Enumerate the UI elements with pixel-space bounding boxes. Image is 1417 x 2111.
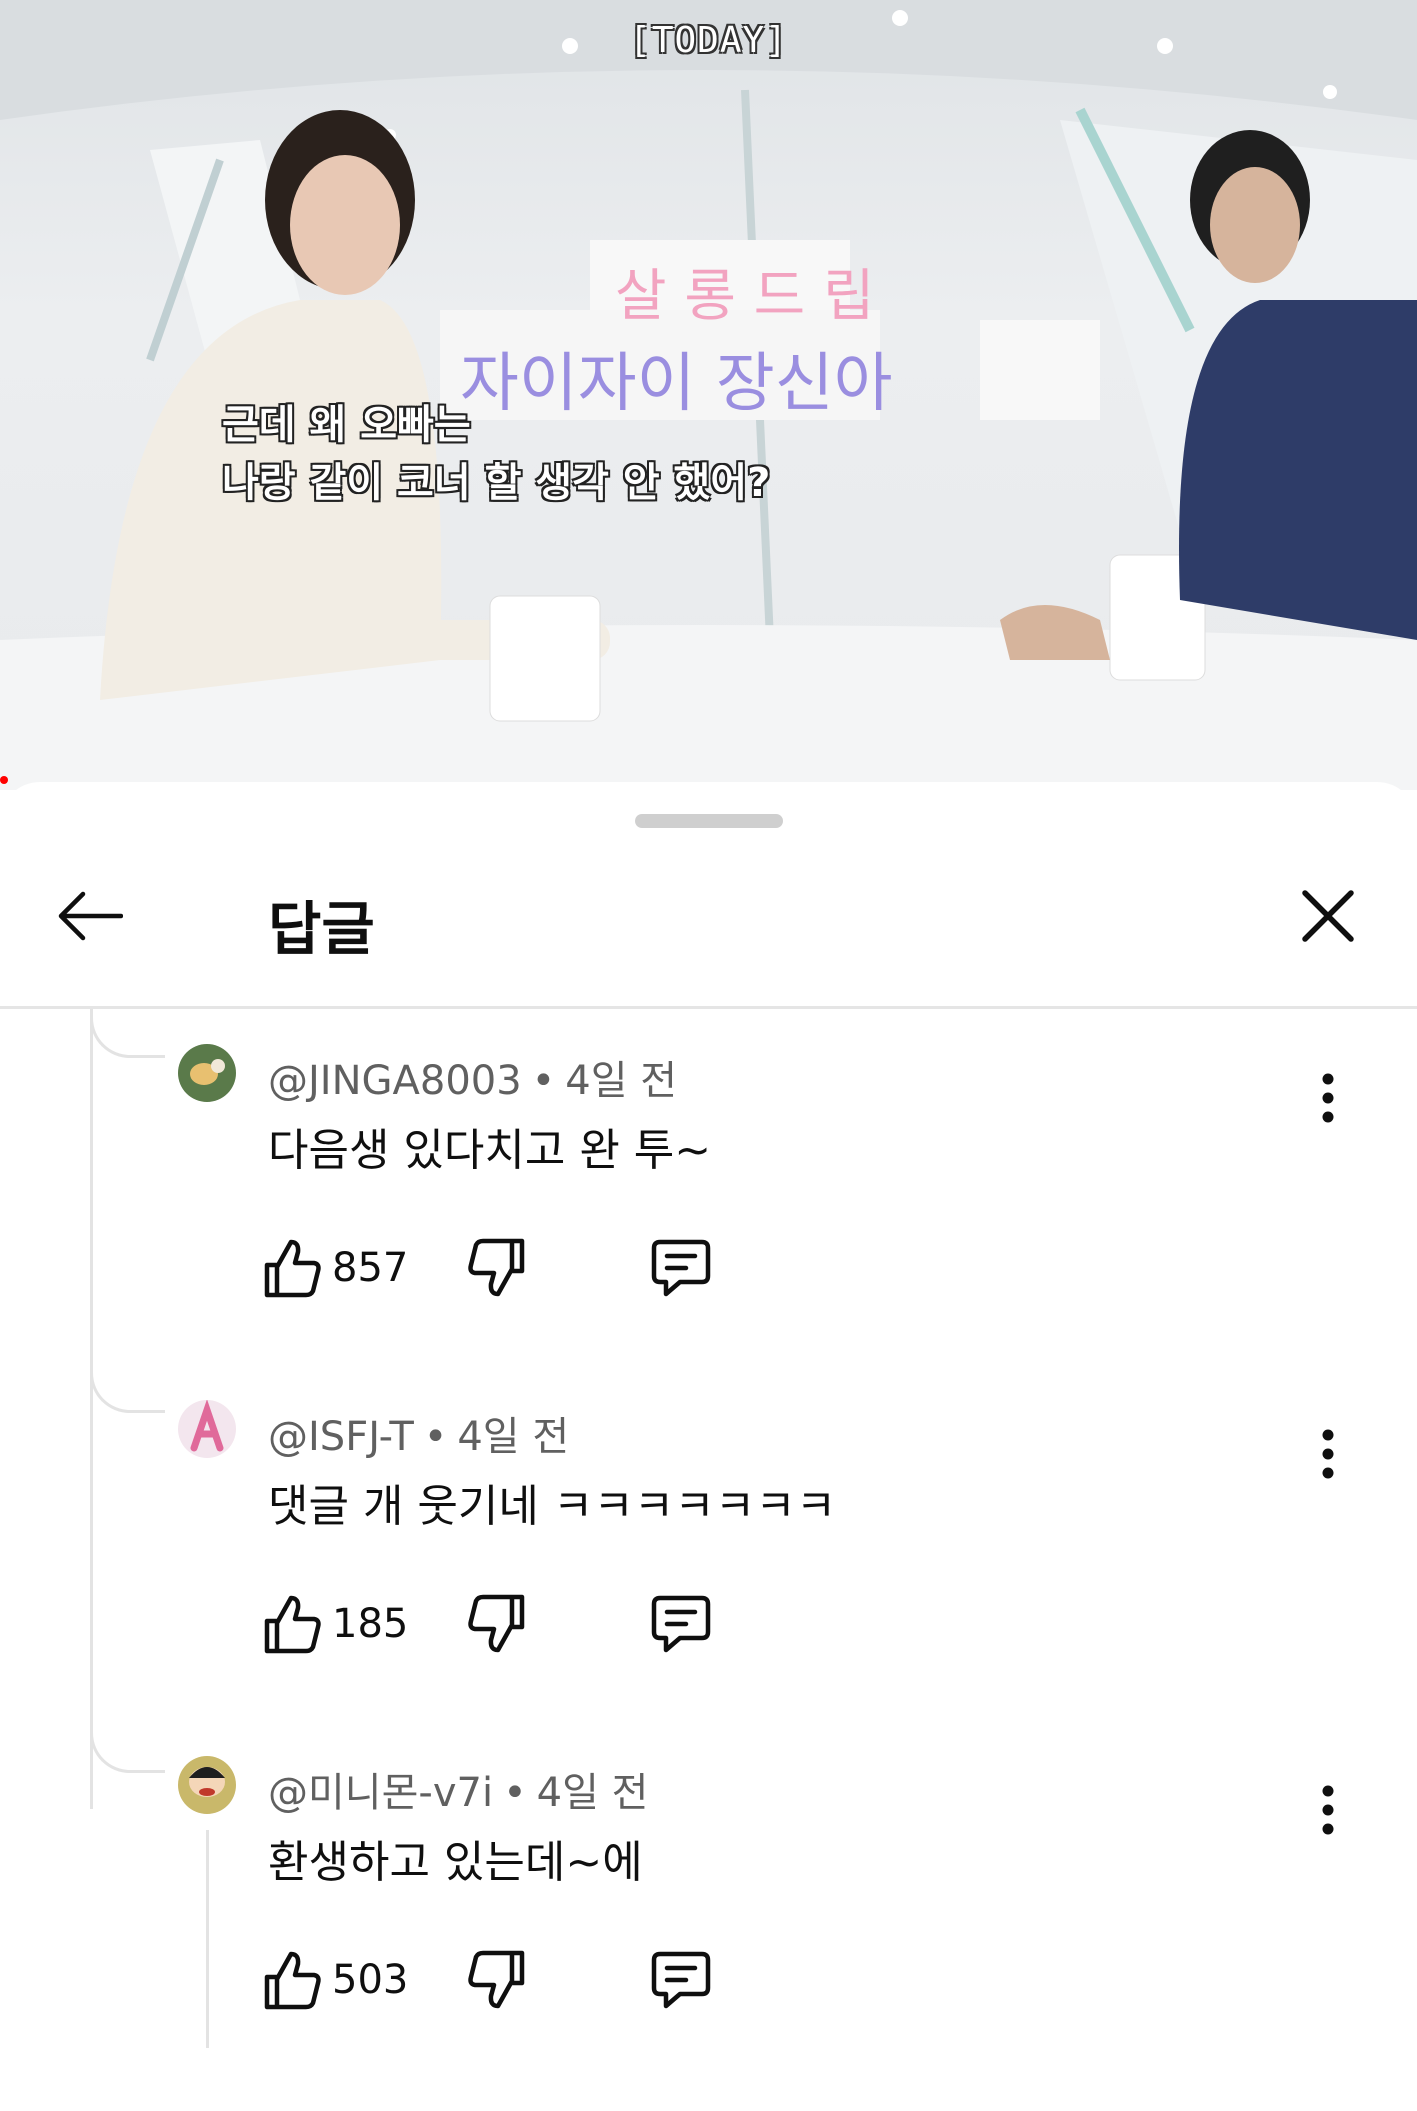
- subtitle-line: 나랑 같이 코너 할 생각 안 했어?: [222, 460, 771, 506]
- sheet-title: 답글: [268, 895, 375, 963]
- like-count: 185: [332, 1601, 409, 1647]
- like-count: 857: [332, 1245, 409, 1291]
- sheet-header: 답글: [0, 782, 1417, 1009]
- like-count: 503: [332, 1957, 409, 2003]
- avatar-image: [178, 1400, 236, 1458]
- comment-icon: [651, 1595, 711, 1653]
- comment-meta: @ISFJ-T • 4일 전: [268, 1404, 569, 1462]
- comment-text: 다음생 있다치고 완 투~: [268, 1125, 712, 1176]
- comment-meta: @미니몬-v7i • 4일 전: [268, 1760, 648, 1818]
- video-subtitle: 근데 왜 오빠는 나랑 같이 코너 할 생각 안 했어?: [222, 396, 770, 512]
- thumbs-up-icon: [264, 1239, 321, 1298]
- meta-separator: •: [423, 1414, 448, 1460]
- more-button[interactable]: [1300, 1416, 1356, 1492]
- more-vertical-icon: [1322, 1429, 1334, 1479]
- arrow-left-icon: [58, 891, 123, 941]
- header-divider: [0, 1006, 1417, 1009]
- more-vertical-icon: [1322, 1073, 1334, 1123]
- avatar[interactable]: [178, 1044, 236, 1102]
- comment-author[interactable]: @ISFJ-T: [268, 1414, 414, 1460]
- dislike-button[interactable]: [467, 1232, 527, 1304]
- reply-comment: @JINGA8003 • 4일 전 다음생 있다치고 완 투~ 857: [0, 1044, 1417, 1399]
- svg-text:살 롱 드 립: 살 롱 드 립: [615, 264, 874, 329]
- comment-icon: [651, 1239, 711, 1297]
- comment-time: 4일 전: [457, 1414, 570, 1460]
- dislike-button[interactable]: [467, 1944, 527, 2016]
- avatar[interactable]: [178, 1756, 236, 1814]
- avatar[interactable]: [178, 1400, 236, 1458]
- thumbs-up-icon: [264, 1951, 321, 2010]
- reply-button[interactable]: [650, 1588, 712, 1660]
- more-vertical-icon: [1322, 1785, 1334, 1835]
- thumbs-down-icon: [468, 1238, 525, 1297]
- reply-button[interactable]: [650, 1232, 712, 1304]
- more-button[interactable]: [1300, 1060, 1356, 1136]
- avatar-image: [178, 1044, 236, 1102]
- reply-comment: @미니몬-v7i • 4일 전 환생하고 있는데~에 503: [0, 1756, 1417, 2111]
- comment-time: 4일 전: [536, 1770, 649, 1816]
- video-player[interactable]: 살 롱 드 립 자이자이 장신아 [TODAY] 근데 왜 오빠는 나랑 같이 …: [0, 0, 1417, 790]
- close-icon: [1302, 890, 1354, 942]
- thumbs-up-icon: [264, 1595, 321, 1654]
- comment-meta: @JINGA8003 • 4일 전: [268, 1048, 677, 1106]
- comment-time: 4일 전: [565, 1058, 678, 1104]
- comment-icon: [651, 1951, 711, 2009]
- video-top-caption: [TODAY]: [629, 20, 788, 61]
- comment-author[interactable]: @미니몬-v7i: [268, 1770, 493, 1816]
- comment-author[interactable]: @JINGA8003: [268, 1058, 522, 1104]
- avatar-image: [178, 1756, 236, 1814]
- more-button[interactable]: [1300, 1772, 1356, 1848]
- like-button[interactable]: 503: [262, 1944, 408, 2016]
- meta-separator: •: [531, 1058, 556, 1104]
- reply-button[interactable]: [650, 1944, 712, 2016]
- video-frame: 살 롱 드 립 자이자이 장신아: [0, 0, 1417, 790]
- comment-text: 댓글 개 웃기네 ㅋㅋㅋㅋㅋㅋㅋ: [268, 1481, 837, 1532]
- reply-comment: @ISFJ-T • 4일 전 댓글 개 웃기네 ㅋㅋㅋㅋㅋㅋㅋ 185: [0, 1400, 1417, 1755]
- close-button[interactable]: [1290, 878, 1366, 954]
- comment-text: 환생하고 있는데~에: [268, 1837, 643, 1888]
- like-button[interactable]: 857: [262, 1232, 408, 1304]
- replies-sheet: 답글 @JINGA8003 • 4일 전 다음생 있다치고 완 투~ 857 @…: [0, 782, 1417, 2048]
- dislike-button[interactable]: [467, 1588, 527, 1660]
- subtitle-line: 근데 왜 오빠는: [222, 402, 471, 448]
- meta-separator: •: [503, 1770, 527, 1816]
- thumbs-down-icon: [468, 1950, 525, 2009]
- like-button[interactable]: 185: [262, 1588, 408, 1660]
- thumbs-down-icon: [468, 1594, 525, 1653]
- back-button[interactable]: [52, 878, 128, 954]
